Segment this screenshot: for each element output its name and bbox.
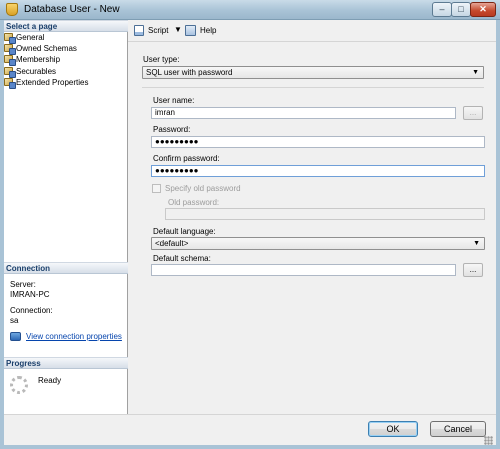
user-type-value: SQL user with password — [146, 68, 233, 77]
confirm-password-label: Confirm password: — [153, 154, 220, 163]
page-item-label: General — [16, 33, 45, 42]
password-input[interactable]: ●●●●●●●●● — [151, 136, 485, 148]
dialog-button-bar — [4, 414, 496, 445]
user-name-label: User name: — [153, 96, 195, 105]
divider — [142, 87, 484, 88]
old-password-label: Old password: — [168, 198, 220, 207]
page-item-label: Membership — [16, 55, 61, 64]
user-name-browse-button[interactable]: ... — [463, 106, 483, 120]
close-button[interactable]: ✕ — [470, 2, 496, 17]
script-icon[interactable] — [134, 25, 144, 36]
default-language-label: Default language: — [153, 227, 216, 236]
page-icon — [4, 44, 16, 55]
page-item-label: Extended Properties — [16, 78, 89, 87]
maximize-button[interactable]: □ — [451, 2, 471, 17]
cancel-button[interactable]: Cancel — [430, 421, 486, 437]
default-schema-browse-button[interactable]: ... — [463, 263, 483, 277]
server-label: Server: — [10, 280, 36, 289]
minimize-button[interactable]: – — [432, 2, 452, 17]
user-name-input[interactable]: imran — [151, 107, 456, 119]
user-type-dropdown[interactable]: SQL user with password ▼ — [142, 66, 484, 79]
page-icon — [4, 78, 16, 89]
page-icon — [4, 33, 16, 44]
resize-grip-icon[interactable] — [484, 436, 493, 445]
default-language-dropdown[interactable]: <default> ▼ — [151, 237, 485, 250]
connection-properties-icon — [10, 332, 21, 341]
page-icon — [4, 55, 16, 66]
page-item-extended-properties[interactable]: Extended Properties — [4, 77, 122, 89]
specify-old-password-checkbox[interactable] — [152, 184, 161, 193]
view-connection-properties-link[interactable]: View connection properties — [26, 332, 122, 341]
old-password-input[interactable] — [165, 208, 485, 220]
page-item-securables[interactable]: Securables — [4, 66, 122, 78]
script-button[interactable]: Script — [148, 26, 168, 35]
page-item-general[interactable]: General — [4, 32, 122, 44]
default-schema-input[interactable] — [151, 264, 456, 276]
progress-spinner-icon — [10, 376, 28, 394]
chevron-down-icon: ▼ — [473, 240, 480, 247]
ok-button[interactable]: OK — [368, 421, 418, 437]
help-button[interactable]: Help — [200, 26, 216, 35]
connection-label: Connection: — [10, 306, 53, 315]
toolbar — [128, 20, 496, 42]
script-dropdown-arrow-icon[interactable]: ▼ — [174, 25, 182, 34]
database-icon — [6, 3, 18, 16]
connection-header: Connection — [4, 262, 128, 274]
window-title: Database User - New — [24, 4, 120, 15]
specify-old-password-label: Specify old password — [165, 184, 241, 193]
connection-value: sa — [10, 316, 19, 325]
page-item-label: Securables — [16, 67, 57, 76]
select-page-header: Select a page — [4, 20, 128, 32]
confirm-password-input[interactable]: ●●●●●●●●● — [151, 165, 485, 177]
progress-header: Progress — [4, 357, 128, 369]
server-value: IMRAN-PC — [10, 290, 50, 299]
user-type-label: User type: — [143, 55, 180, 64]
chevron-down-icon: ▼ — [472, 69, 479, 76]
page-item-label: Owned Schemas — [16, 44, 77, 53]
default-language-value: <default> — [155, 239, 189, 248]
page-item-owned-schemas[interactable]: Owned Schemas — [4, 43, 122, 55]
password-label: Password: — [153, 125, 191, 134]
help-icon[interactable] — [185, 25, 196, 36]
progress-status: Ready — [38, 376, 62, 385]
default-schema-label: Default schema: — [153, 254, 211, 263]
page-item-membership[interactable]: Membership — [4, 54, 122, 66]
page-icon — [4, 67, 16, 78]
